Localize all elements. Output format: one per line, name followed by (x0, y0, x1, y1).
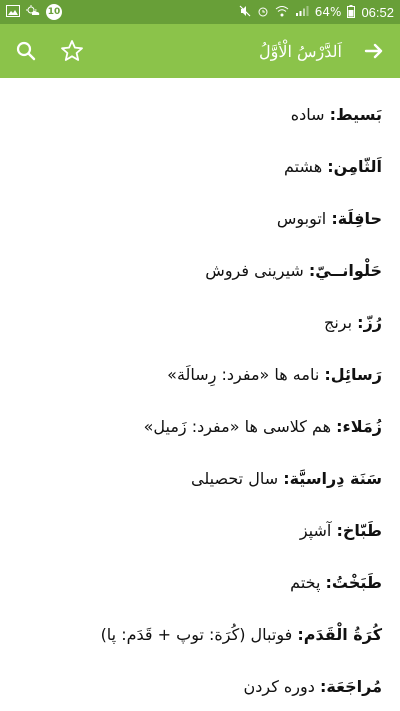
weather-icon (26, 5, 40, 19)
vocab-entry: حَلْوانــيّ: شیرینی فروش (18, 260, 382, 282)
vocab-term: رَسائِل: (324, 365, 382, 384)
app-bar-title-area: اَلدَّرْسُ الْأوَّلُ (259, 37, 388, 65)
vocab-entry: اَلثّامِن: هشتم (18, 156, 382, 178)
vocab-definition: هم کلاسی ها «مفرد: زَمیل» (143, 417, 332, 436)
status-right: 64% 06:52 (239, 4, 394, 20)
search-icon[interactable] (12, 37, 40, 65)
vocab-term: بَسيط: (329, 105, 382, 124)
vocab-definition: آشپز (299, 521, 332, 540)
vocab-definition: فوتبال (کُرَة: توپ + قَدَم: پا) (100, 625, 293, 644)
vocab-term: زُمَلاء: (336, 417, 382, 436)
vocab-entry: طَبَخْتُ: پختم (18, 572, 382, 594)
vocab-definition: دوره کردن (243, 677, 315, 696)
vocab-entry: رَسائِل: نامه ها «مفرد: رِسالَة» (18, 364, 382, 386)
status-bar: 10 64% 06:52 (0, 0, 400, 24)
vocab-definition: اتوبوس (276, 209, 327, 228)
vocab-definition: ساده (290, 105, 325, 124)
app-bar-actions (12, 37, 86, 65)
vocab-entry: حافِلَة: اتوبوس (18, 208, 382, 230)
battery-icon (347, 4, 356, 20)
app-bar: اَلدَّرْسُ الْأوَّلُ (0, 24, 400, 78)
clock: 06:52 (361, 4, 394, 20)
vocab-entry: كُرَةُ الْقَدَم: فوتبال (کُرَة: توپ + قَ… (18, 624, 382, 646)
status-left: 10 (6, 4, 62, 20)
arrow-right-icon[interactable] (360, 37, 388, 65)
vocab-term: سَنَة دِراسيَّة: (283, 469, 382, 488)
vocab-definition: شیرینی فروش (205, 261, 304, 280)
vocabulary-list: بَسيط: ساده اَلثّامِن: هشتم حافِلَة: اتو… (0, 78, 400, 698)
gallery-icon (6, 5, 20, 19)
vocab-entry: رُزّ: برنج (18, 312, 382, 334)
wifi-icon (275, 5, 289, 19)
vocab-term: حافِلَة: (331, 209, 382, 228)
vocab-definition: هشتم (283, 157, 323, 176)
vocab-definition: سال تحصیلی (190, 469, 279, 488)
vocab-definition: نامه ها «مفرد: رِسالَة» (167, 365, 320, 384)
vocab-term: طَبّاخ: (336, 521, 382, 540)
battery-percent: 64% (314, 5, 342, 19)
vocab-entry: زُمَلاء: هم کلاسی ها «مفرد: زَمیل» (18, 416, 382, 438)
vocab-term: حَلْوانــيّ: (308, 261, 382, 280)
notification-badge: 10 (46, 4, 62, 20)
signal-icon (295, 5, 309, 19)
vocab-term: كُرَةُ الْقَدَم: (297, 625, 382, 644)
vocab-term: اَلثّامِن: (327, 157, 382, 176)
vocab-entry: مُراجَعَة: دوره کردن (18, 676, 382, 698)
vocab-entry: سَنَة دِراسيَّة: سال تحصیلی (18, 468, 382, 490)
star-outline-icon[interactable] (58, 37, 86, 65)
vocab-term: طَبَخْتُ: (325, 573, 382, 592)
alarm-icon (257, 5, 269, 19)
vocab-definition: پختم (290, 573, 321, 592)
vocab-definition: برنج (324, 313, 353, 332)
mute-icon (239, 5, 251, 19)
vocab-entry: بَسيط: ساده (18, 104, 382, 126)
vocab-entry: طَبّاخ: آشپز (18, 520, 382, 542)
vocab-term: مُراجَعَة: (319, 677, 382, 696)
notification-badge-text: 10 (47, 7, 61, 17)
vocab-term: رُزّ: (357, 313, 382, 332)
page-title: اَلدَّرْسُ الْأوَّلُ (259, 41, 342, 61)
